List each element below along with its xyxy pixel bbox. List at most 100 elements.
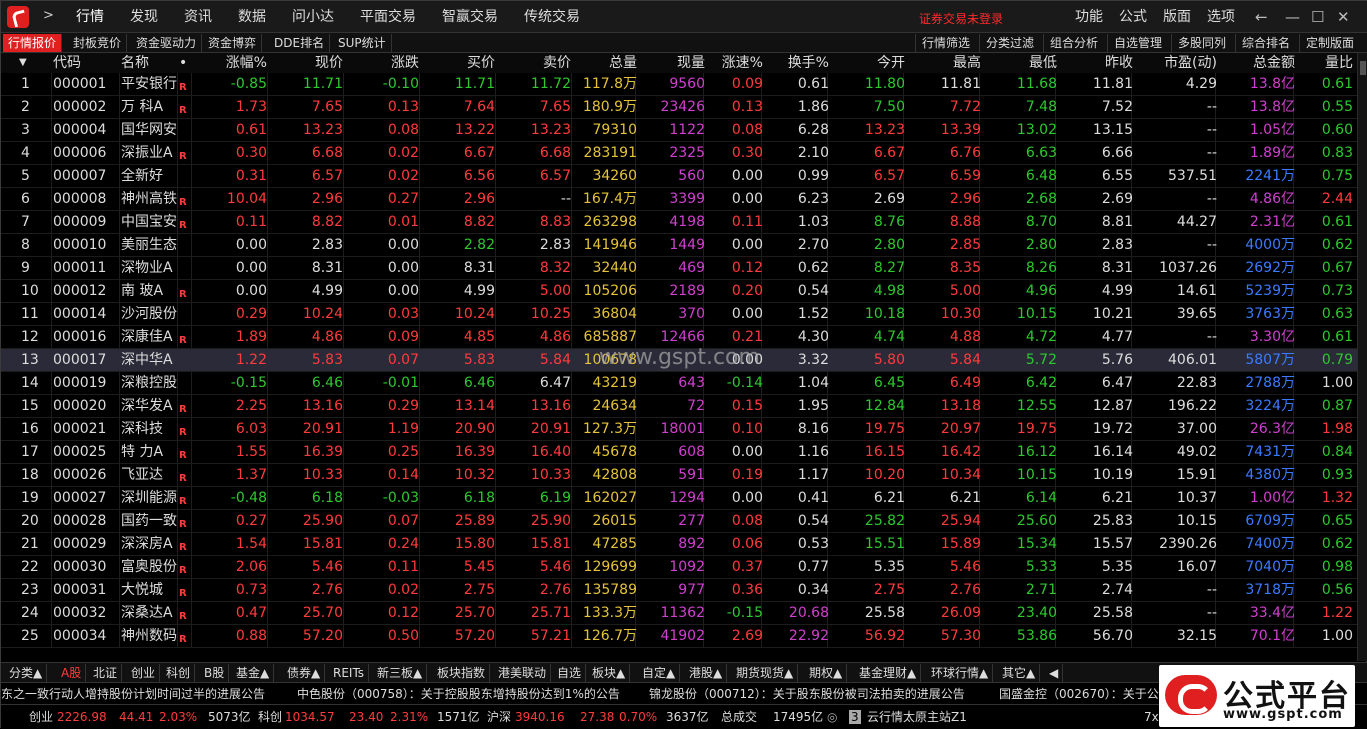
table-row[interactable]: 15 000020 深华发A R 2.25 13.16 0.29 13.14 13.16 2463… — [1, 395, 1357, 418]
news-item[interactable]: 锦龙股份（000712）：关于股东股份被司法拍卖的进展公告 — [649, 683, 965, 704]
column-header[interactable]: 卖价 — [497, 53, 571, 73]
market-tab[interactable]: REITs — [329, 664, 370, 682]
table-row[interactable]: 21 000029 深深房A R 1.54 15.81 0.24 15.80 15.81 4728… — [1, 533, 1357, 556]
market-tab[interactable]: 债券▲ — [283, 664, 326, 682]
column-header[interactable]: 现量 — [637, 53, 705, 73]
right-menu-item[interactable]: 版面 — [1155, 1, 1199, 33]
table-row[interactable]: 18 000026 飞亚达 R 1.37 10.33 0.14 10.32 10.33 42808… — [1, 464, 1357, 487]
market-tab[interactable]: 港股▲ — [685, 664, 728, 682]
market-tab[interactable]: B股 — [200, 664, 230, 682]
right-tab[interactable]: 综合排名 — [1235, 34, 1296, 52]
market-tab[interactable]: 港美联动 — [494, 664, 552, 682]
market-tab[interactable]: 板块▲ — [588, 664, 631, 682]
column-header[interactable]: • — [179, 53, 193, 73]
table-row[interactable]: 7 000009 中国宝安 R 0.11 8.82 0.01 8.82 8.83 263298 41… — [1, 211, 1357, 234]
table-row[interactable]: 20 000028 国药一致 R 0.27 25.90 0.07 25.89 25.90 2601… — [1, 510, 1357, 533]
menu-item[interactable]: 智赢交易 — [429, 1, 511, 33]
close-icon[interactable]: ✕ — [1337, 8, 1350, 26]
tab[interactable]: SUP统计 — [333, 34, 392, 52]
menu-item[interactable]: 问小达 — [279, 1, 347, 33]
table-row[interactable]: 1 000001 平安银行 R -0.85 11.71 -0.10 11.71 11.72 117… — [1, 73, 1357, 96]
market-tab[interactable]: A股 — [57, 664, 87, 682]
column-header[interactable]: 涨幅% — [193, 53, 267, 73]
column-header[interactable]: 最低 — [981, 53, 1057, 73]
market-tab[interactable]: 基金理财▲ — [855, 664, 922, 682]
menu-item[interactable]: 资讯 — [171, 1, 225, 33]
column-header[interactable]: 买价 — [421, 53, 495, 73]
column-header[interactable]: 总量 — [573, 53, 637, 73]
tab[interactable]: 资金博弈 — [203, 34, 263, 52]
market-tab[interactable]: 北证 — [89, 664, 123, 682]
sort-arrow-icon[interactable]: ▼ — [5, 53, 45, 73]
column-header[interactable]: 市盈(动) — [1133, 53, 1217, 73]
vertical-scrollbar[interactable] — [1357, 53, 1367, 661]
right-menu-item[interactable]: 公式 — [1111, 1, 1155, 33]
market-tab[interactable]: 分类▲ — [5, 664, 48, 682]
table-row[interactable]: 12 000016 深康佳A R 1.89 4.86 0.09 4.85 4.86 685887 1… — [1, 326, 1357, 349]
news-item[interactable]: 东之一致行动人增持股份计划时间过半的进展公告 — [1, 683, 265, 704]
menu-item[interactable]: 行情 — [63, 1, 117, 33]
right-tab[interactable]: 自选管理 — [1107, 34, 1168, 52]
market-tab[interactable]: 板块指数 — [433, 664, 491, 682]
chevron-right-icon[interactable]: > — [43, 8, 54, 23]
right-menu-item[interactable]: 选项 — [1199, 1, 1243, 33]
table-row[interactable]: 19 000027 深圳能源 R -0.48 6.18 -0.03 6.18 6.19 16202… — [1, 487, 1357, 510]
column-header[interactable]: 涨速% — [705, 53, 763, 73]
refresh-icon[interactable]: ◎ — [827, 705, 837, 729]
table-row[interactable]: 8 000010 美丽生态 0.00 2.83 0.00 2.82 2.83 141946 144… — [1, 234, 1357, 257]
market-tab[interactable]: 创业 — [127, 664, 161, 682]
table-row[interactable]: 23 000031 大悦城 R 0.73 2.76 0.02 2.75 2.76 135789 97… — [1, 579, 1357, 602]
column-header[interactable]: 量比 — [1295, 53, 1353, 73]
news-item[interactable]: 中色股份（000758）：关于控股股东增持股份达到1%的公告 — [297, 683, 620, 704]
scroll-left-icon[interactable]: ◀ — [1045, 664, 1064, 682]
table-row[interactable]: 10 000012 南 玻A R 0.00 4.99 0.00 4.99 5.00 105206 2… — [1, 280, 1357, 303]
server-name[interactable]: 云行情太原主站Z1 — [867, 705, 967, 729]
column-header[interactable]: 昨收 — [1057, 53, 1133, 73]
column-header[interactable]: 现价 — [269, 53, 343, 73]
right-tab[interactable]: 分类过滤 — [979, 34, 1040, 52]
market-tab[interactable]: 期权▲ — [805, 664, 848, 682]
column-header[interactable]: 涨跌 — [345, 53, 419, 73]
market-tab[interactable]: 科创 — [162, 664, 196, 682]
column-header[interactable]: 换手% — [763, 53, 829, 73]
table-row[interactable]: 9 000011 深物业A 0.00 8.31 0.00 8.31 8.32 32440 469 0… — [1, 257, 1357, 280]
market-tab[interactable]: 新三板▲ — [373, 664, 428, 682]
table-row[interactable]: 4 000006 深振业A R 0.30 6.68 0.02 6.67 6.68 283191 23… — [1, 142, 1357, 165]
login-warning[interactable]: 证券交易未登录 — [919, 10, 1003, 27]
right-menu-item[interactable]: 功能 — [1067, 1, 1111, 33]
table-row[interactable]: 25 000034 神州数码 R 0.88 57.20 0.50 57.20 57.21 126.… — [1, 625, 1357, 648]
market-tab[interactable]: 基金▲ — [232, 664, 275, 682]
tab[interactable]: DDE排名 — [269, 34, 331, 52]
menu-item[interactable]: 平面交易 — [347, 1, 429, 33]
back-arrow-icon[interactable]: ← — [1255, 8, 1268, 26]
column-header[interactable]: 今开 — [829, 53, 905, 73]
right-tab[interactable]: 组合分析 — [1043, 34, 1104, 52]
table-row[interactable]: 24 000032 深桑达A R 0.47 25.70 0.12 25.70 25.71 133.… — [1, 602, 1357, 625]
market-tab[interactable]: 自定▲ — [638, 664, 681, 682]
table-row[interactable]: 2 000002 万 科A R 1.73 7.65 0.13 7.64 7.65 180.9万 23… — [1, 96, 1357, 119]
tab[interactable]: 行情报价 — [3, 34, 63, 52]
table-row[interactable]: 14 000019 深粮控股 -0.15 6.46 -0.01 6.46 6.47 43219 6… — [1, 372, 1357, 395]
minimize-icon[interactable]: — — [1285, 8, 1300, 26]
table-row[interactable]: 17 000025 特 力A R 1.55 16.39 0.25 16.39 16.40 4567… — [1, 441, 1357, 464]
table-row[interactable]: 11 000014 沙河股份 0.29 10.24 0.03 10.24 10.25 36804… — [1, 303, 1357, 326]
column-header[interactable]: 代码 — [53, 53, 119, 73]
column-header[interactable]: 最高 — [905, 53, 981, 73]
table-row[interactable]: 22 000030 富奥股份 R 2.06 5.46 0.11 5.45 5.46 129699 1… — [1, 556, 1357, 579]
table-row[interactable]: 13 000017 深中华A 1.22 5.83 0.07 5.83 5.84 100678 0.… — [1, 349, 1357, 372]
market-tab[interactable]: 自选 — [553, 664, 587, 682]
table-row[interactable]: 6 000008 神州高铁 R 10.04 2.96 0.27 2.96 -- 167.4万 339… — [1, 188, 1357, 211]
menu-item[interactable]: 发现 — [117, 1, 171, 33]
news-item[interactable]: 国盛金控（002670）：关于公 — [999, 683, 1159, 704]
table-row[interactable]: 5 000007 全新好 0.31 6.57 0.02 6.56 6.57 34260 560 0.… — [1, 165, 1357, 188]
market-tab[interactable]: 期货现货▲ — [732, 664, 799, 682]
table-row[interactable]: 3 000004 国华网安 0.61 13.23 0.08 13.22 13.23 79310 1… — [1, 119, 1357, 142]
tab[interactable]: 资金驱动力 — [131, 34, 203, 52]
table-row[interactable]: 16 000021 深科技 R 6.03 20.91 1.19 20.90 20.91 127.3… — [1, 418, 1357, 441]
right-tab[interactable]: 行情筛选 — [915, 34, 976, 52]
maximize-icon[interactable]: ☐ — [1311, 8, 1324, 26]
market-tab[interactable]: 其它▲ — [998, 664, 1041, 682]
right-tab[interactable]: 定制版面 — [1299, 34, 1360, 52]
market-tab[interactable]: 环球行情▲ — [927, 664, 994, 682]
tab[interactable]: 封板竞价 — [68, 34, 128, 52]
